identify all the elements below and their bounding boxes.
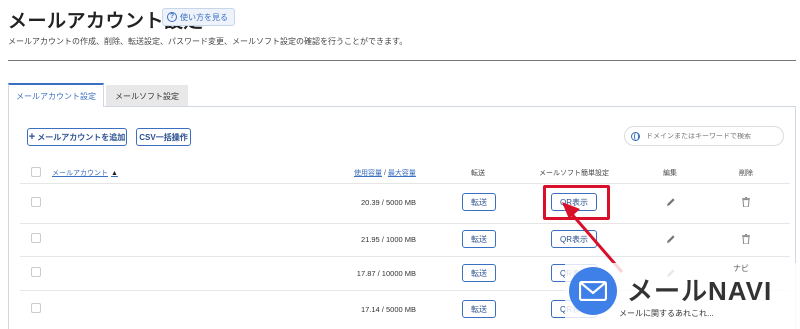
row-usage: 20.39 / 5000 MB — [360, 198, 416, 207]
column-header-forward: 転送 — [471, 170, 485, 177]
pencil-icon[interactable] — [666, 234, 676, 244]
row-divider — [20, 223, 790, 224]
row-usage: 17.14 / 5000 MB — [360, 305, 416, 314]
trash-icon[interactable] — [742, 197, 750, 207]
column-header-capacity-label[interactable]: 最大容量 — [388, 170, 416, 177]
tab-mail-software-settings[interactable]: メールソフト設定 — [106, 85, 188, 107]
question-circle-icon: ? — [167, 12, 177, 22]
column-header-usage-label[interactable]: 使用容量 — [354, 170, 382, 177]
column-header-delete: 削除 — [739, 170, 753, 177]
sort-ascending-icon: ▲ — [111, 170, 118, 177]
row-checkbox[interactable] — [31, 303, 41, 313]
csv-bulk-button[interactable]: CSV一括操作 — [136, 128, 191, 146]
brand-logo: メールNAVI ナビ メールに関するあれこれ... — [565, 263, 800, 329]
forward-button[interactable]: 転送 — [462, 193, 496, 211]
row-checkbox[interactable] — [31, 233, 41, 243]
header-divider — [8, 60, 796, 61]
help-button[interactable]: ? 使い方を見る — [162, 8, 235, 26]
row-checkbox[interactable] — [31, 197, 41, 207]
plus-icon: + — [28, 131, 36, 143]
row-usage: 17.87 / 10000 MB — [356, 269, 416, 278]
add-mail-account-label: メールアカウントを追加 — [37, 132, 126, 142]
forward-button[interactable]: 転送 — [462, 300, 496, 318]
header-row-divider — [20, 183, 790, 184]
logo-tagline: メールに関するあれこれ... — [619, 309, 714, 318]
page-description: メールアカウントの作成、削除、転送設定、パスワード変更、メールソフト設定の確認を… — [8, 37, 408, 46]
logo-text: メールNAVI — [627, 276, 773, 306]
column-header-separator: / — [383, 170, 386, 177]
tab-mail-account-settings[interactable]: メールアカウント設定 — [8, 83, 104, 107]
select-all-checkbox[interactable] — [31, 167, 41, 177]
add-mail-account-button[interactable]: + メールアカウントを追加 — [27, 128, 127, 146]
column-header-account[interactable]: メールアカウント ▲ — [52, 168, 118, 178]
column-header-usage: 使用容量 / 最大容量 — [354, 168, 416, 178]
logo-ruby: ナビ — [733, 264, 749, 273]
column-header-edit: 編集 — [663, 170, 677, 177]
envelope-icon — [569, 267, 617, 315]
row-usage: 21.95 / 1000 MB — [360, 235, 416, 244]
search-input[interactable] — [646, 132, 776, 140]
forward-button[interactable]: 転送 — [462, 230, 496, 248]
trash-icon[interactable] — [742, 234, 750, 244]
forward-button[interactable]: 転送 — [462, 264, 496, 282]
column-header-account-label: メールアカウント — [52, 170, 108, 177]
globe-icon — [631, 131, 640, 141]
column-header-mail-setup: メールソフト簡単設定 — [539, 170, 609, 177]
pencil-icon[interactable] — [666, 197, 676, 207]
search-box[interactable] — [624, 126, 784, 146]
row-divider — [20, 256, 790, 257]
help-button-label: 使い方を見る — [180, 12, 228, 22]
row-checkbox[interactable] — [31, 267, 41, 277]
